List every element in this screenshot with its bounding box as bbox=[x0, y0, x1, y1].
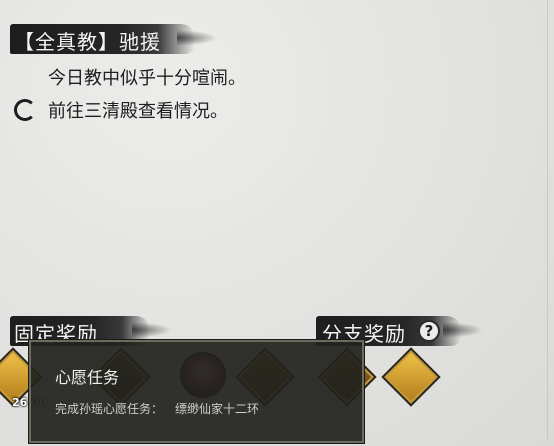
tooltip-description: 完成孙瑶心愿任务： 缥缈仙家十二环 bbox=[55, 400, 259, 417]
tooltip-description-value: 缥缈仙家十二环 bbox=[175, 402, 260, 416]
in-progress-icon bbox=[14, 99, 36, 121]
quest-description-line: 今日教中似乎十分喧闹。 bbox=[48, 68, 246, 89]
quest-objective-line[interactable]: 前往三清殿查看情况。 bbox=[48, 97, 228, 123]
tooltip-description-prefix: 完成孙瑶心愿任务： bbox=[55, 402, 164, 416]
wish-quest-tooltip: 心愿任务 完成孙瑶心愿任务： 缥缈仙家十二环 bbox=[28, 339, 365, 444]
reward-count: 26 bbox=[12, 396, 28, 409]
tooltip-title: 心愿任务 bbox=[55, 368, 120, 387]
quest-title: 【全真教】驰援 bbox=[14, 30, 161, 54]
help-icon[interactable]: ? bbox=[418, 320, 440, 342]
